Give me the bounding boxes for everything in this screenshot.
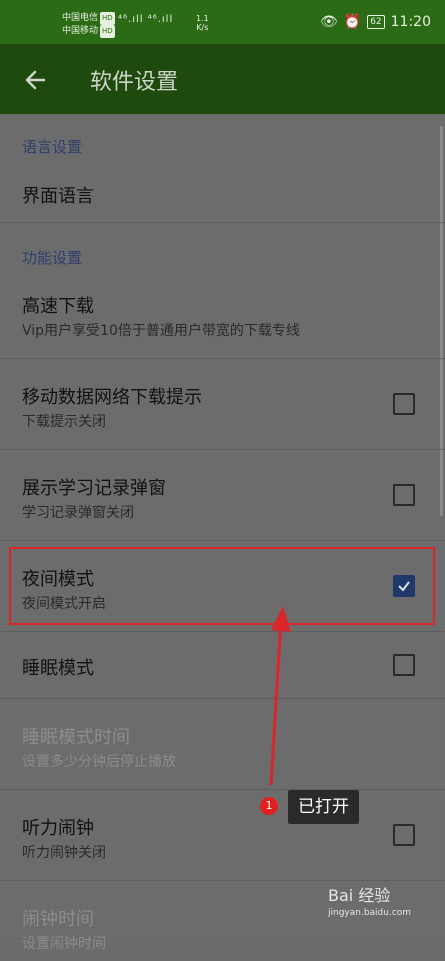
network-speed: 1.1 K/s <box>196 14 209 32</box>
row-title: 展示学习记录弹窗 <box>22 478 166 499</box>
section-header-language: 语言设置 <box>22 138 83 156</box>
page-title: 软件设置 <box>90 70 179 95</box>
section-header-function: 功能设置 <box>22 249 83 267</box>
hd-badge-1: HD <box>100 12 115 25</box>
checkbox-study-record-popup[interactable] <box>393 484 415 506</box>
app-bar: 软件设置 <box>0 44 445 114</box>
annotation-badge: 1 <box>260 797 278 815</box>
signal-icon: ⁴⁶.ıll ⁴⁶.ıll <box>118 14 174 25</box>
alarm-icon: ⏰ <box>343 14 362 30</box>
row-title: 睡眠模式 <box>22 658 94 679</box>
speed-unit: K/s <box>196 23 209 32</box>
speed-value: 1.1 <box>196 14 209 23</box>
back-arrow-icon <box>25 70 46 90</box>
row-title: 闹钟时间 <box>22 909 94 930</box>
row-study-record-popup[interactable]: 展示学习记录弹窗 学习记录弹窗关闭 <box>0 450 445 541</box>
row-subtitle: Vip用户享受10倍于普通用户带宽的下载专线 <box>22 323 300 339</box>
row-title: 移动数据网络下载提示 <box>22 387 202 408</box>
row-subtitle: 设置多少分钟后停止播放 <box>22 754 176 770</box>
baidu-watermark: Bai 经验 jingyan.baidu.com <box>328 882 411 918</box>
eye-icon: 👁 <box>319 14 338 30</box>
status-right: 👁 ⏰ 62 11:20 <box>320 14 431 30</box>
highlight-box <box>9 547 435 625</box>
status-bar: 中国电信 HD 中国移动 HD ⁴⁶.ıll ⁴⁶.ıll 1.1 K/s 👁 ⏰ … <box>0 0 445 44</box>
checkbox-sleep-mode[interactable] <box>393 654 415 676</box>
row-subtitle: 下载提示关闭 <box>22 414 106 430</box>
checkbox-listening-alarm[interactable] <box>393 824 415 846</box>
row-title: 听力闹钟 <box>22 818 94 839</box>
row-listening-alarm[interactable]: 听力闹钟 听力闹钟关闭 <box>0 790 445 881</box>
back-button[interactable] <box>20 64 52 96</box>
clock: 11:20 <box>390 14 431 30</box>
row-subtitle: 学习记录弹窗关闭 <box>22 505 134 521</box>
row-sleep-mode-time: 睡眠模式时间 设置多少分钟后停止播放 <box>0 699 445 790</box>
hd-badge-2: HD <box>100 25 115 38</box>
row-interface-language[interactable]: 界面语言 <box>0 160 445 223</box>
row-high-speed-download[interactable]: 高速下载 Vip用户享受10倍于普通用户带宽的下载专线 <box>0 274 445 359</box>
annotation-arrow-icon <box>269 606 291 786</box>
carrier-info: 中国电信 HD 中国移动 HD <box>62 12 115 38</box>
watermark-url: jingyan.baidu.com <box>328 908 412 918</box>
annotation-callout: 已打开 <box>288 790 359 824</box>
carrier-2: 中国移动 <box>62 26 99 36</box>
row-mobile-data-download-prompt[interactable]: 移动数据网络下载提示 下载提示关闭 <box>0 359 445 450</box>
settings-list: 语言设置 界面语言 功能设置 高速下载 Vip用户享受10倍于普通用户带宽的下载… <box>0 114 445 952</box>
row-sleep-mode[interactable]: 睡眠模式 <box>0 632 445 699</box>
checkbox-mobile-data-prompt[interactable] <box>393 393 415 415</box>
watermark-brand: Bai 经验 <box>328 886 391 905</box>
row-title: 高速下载 <box>22 296 94 317</box>
battery-icon: 62 <box>367 15 385 29</box>
row-subtitle: 设置闹钟时间 <box>22 936 106 952</box>
row-title: 界面语言 <box>22 186 94 207</box>
carrier-1: 中国电信 <box>62 13 99 23</box>
row-subtitle: 听力闹钟关闭 <box>22 845 106 861</box>
row-title: 睡眠模式时间 <box>22 727 130 748</box>
